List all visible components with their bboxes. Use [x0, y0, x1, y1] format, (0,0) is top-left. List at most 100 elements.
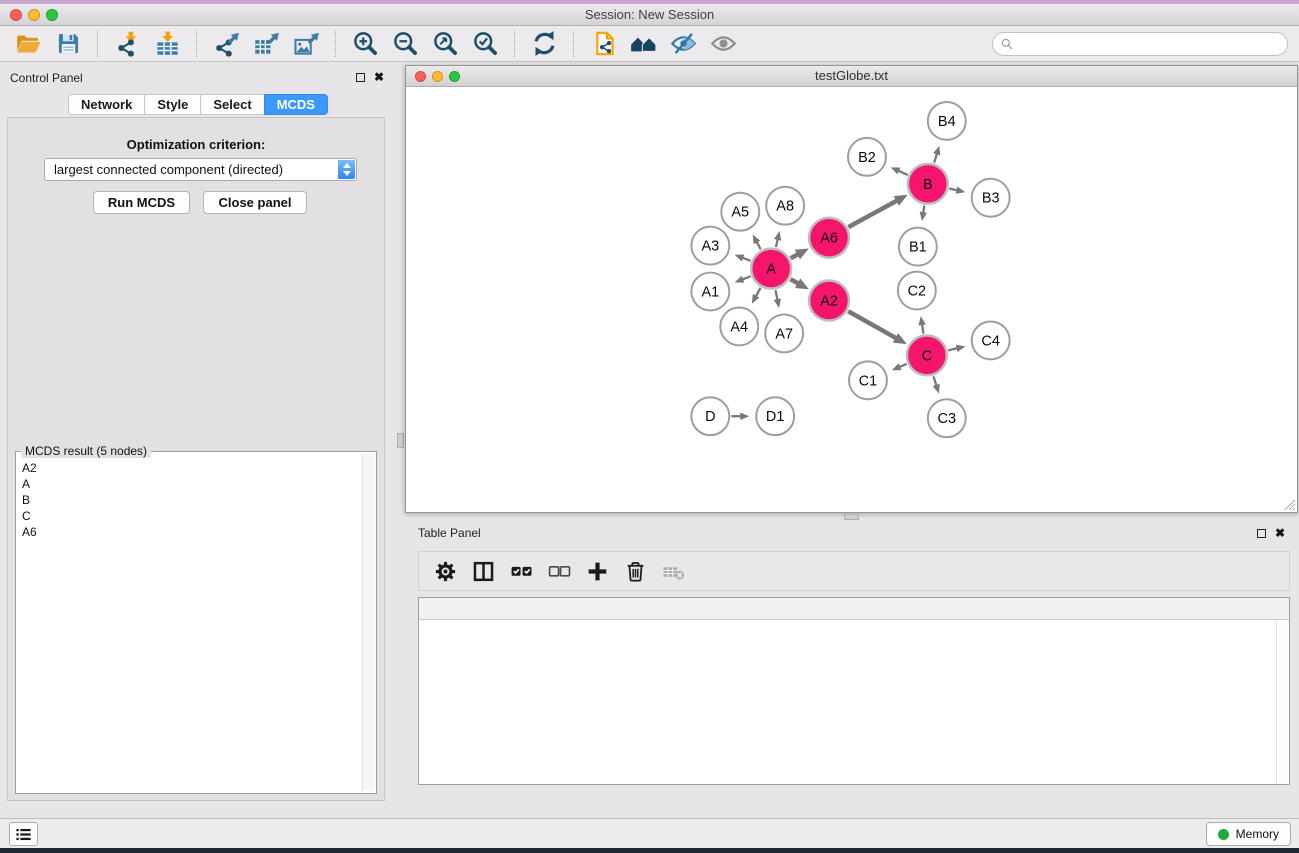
result-item[interactable]: A2 [22, 460, 360, 476]
network-node-D[interactable]: D [691, 397, 729, 435]
double-house-icon[interactable] [623, 28, 663, 60]
float-panel-icon[interactable] [356, 73, 365, 82]
select-all-checkboxes-icon[interactable] [505, 555, 537, 587]
result-item[interactable]: A [22, 476, 360, 492]
main-titlebar: Session: New Session [0, 4, 1299, 26]
edge-A2-C[interactable] [848, 311, 907, 344]
control-tab-select[interactable]: Select [200, 94, 264, 115]
table-panel: Table Panel ✖ [405, 520, 1299, 818]
zoom-in-icon[interactable] [345, 28, 385, 60]
network-node-C[interactable]: C [907, 335, 947, 375]
network-zoom-traffic-light[interactable] [449, 71, 460, 82]
close-traffic-light[interactable] [10, 9, 22, 21]
control-tab-network[interactable]: Network [68, 94, 145, 115]
delete-column-icon[interactable] [619, 555, 651, 587]
edge-A6-B[interactable] [848, 195, 907, 227]
network-node-B3[interactable]: B3 [972, 179, 1010, 217]
network-node-A8[interactable]: A8 [766, 187, 804, 225]
close-panel-icon[interactable]: ✖ [374, 71, 384, 83]
control-tab-style[interactable]: Style [144, 94, 201, 115]
edge-B-B1[interactable] [920, 205, 927, 221]
search-field [992, 32, 1288, 56]
table-scrollbar[interactable] [1276, 620, 1289, 784]
node-table [418, 597, 1290, 785]
close-panel-button[interactable]: Close panel [203, 191, 307, 214]
control-tab-mcds[interactable]: MCDS [264, 94, 328, 115]
edge-C-C4[interactable] [948, 345, 965, 352]
add-column-icon[interactable] [581, 555, 613, 587]
network-node-B4[interactable]: B4 [928, 102, 966, 140]
resize-grip-icon[interactable] [1283, 498, 1296, 511]
network-node-D1[interactable]: D1 [756, 397, 794, 435]
refresh-icon[interactable] [524, 28, 564, 60]
network-node-C4[interactable]: C4 [972, 321, 1010, 359]
edge-A-A3[interactable] [735, 254, 751, 261]
result-scrollbar[interactable] [362, 454, 375, 791]
network-node-A3[interactable]: A3 [691, 227, 729, 265]
show-all-eye-icon[interactable] [703, 28, 743, 60]
edge-A-A5[interactable] [753, 234, 761, 249]
result-item[interactable]: A6 [22, 524, 360, 540]
criterion-dropdown[interactable]: largest connected component (directed) [44, 158, 357, 181]
network-node-A[interactable]: A [751, 249, 791, 289]
zoom-traffic-light[interactable] [46, 9, 58, 21]
edge-A-A8[interactable] [774, 231, 781, 247]
vertical-splitter-handle[interactable] [397, 433, 404, 448]
network-node-A2[interactable]: A2 [809, 281, 849, 321]
edge-D-D1[interactable] [731, 412, 749, 419]
network-node-A6[interactable]: A6 [809, 218, 849, 258]
deselect-all-checkboxes-icon[interactable] [543, 555, 575, 587]
network-node-B2[interactable]: B2 [848, 138, 886, 176]
open-session-icon[interactable] [8, 28, 48, 60]
edge-A-A6[interactable] [791, 248, 809, 259]
network-node-A5[interactable]: A5 [721, 193, 759, 231]
network-node-B[interactable]: B [908, 164, 948, 204]
export-table-icon[interactable] [246, 28, 286, 60]
network-window-titlebar: testGlobe.txt [406, 66, 1297, 87]
zoom-selected-icon[interactable] [465, 28, 505, 60]
edge-A-A4[interactable] [752, 288, 761, 304]
edge-A-A2[interactable] [790, 278, 809, 289]
edge-B-B3[interactable] [949, 187, 965, 194]
network-close-traffic-light[interactable] [415, 71, 426, 82]
network-node-A4[interactable]: A4 [720, 307, 758, 345]
zoom-out-icon[interactable] [385, 28, 425, 60]
network-node-A7[interactable]: A7 [765, 314, 803, 352]
node-label: C3 [938, 411, 956, 427]
network-minimize-traffic-light[interactable] [432, 71, 443, 82]
zoom-fit-icon[interactable] [425, 28, 465, 60]
result-item[interactable]: B [22, 492, 360, 508]
table-settings-gear-icon[interactable] [429, 555, 461, 587]
edge-C-C1[interactable] [892, 363, 907, 370]
network-node-C1[interactable]: C1 [849, 361, 887, 399]
memory-button[interactable]: Memory [1206, 822, 1291, 846]
network-node-A1[interactable]: A1 [691, 273, 729, 311]
float-table-panel-icon[interactable] [1257, 529, 1266, 538]
task-history-button[interactable] [9, 822, 38, 846]
save-session-icon[interactable] [48, 28, 88, 60]
network-canvas[interactable]: B4 B2 B B3 A5 A8 A6 B1 A3 A A1 C2 A2 A4A7 C4 C C1 C3 D D1 [406, 88, 1297, 512]
split-columns-icon[interactable] [467, 555, 499, 587]
import-table-icon[interactable] [147, 28, 187, 60]
export-network-icon[interactable] [206, 28, 246, 60]
run-mcds-button[interactable]: Run MCDS [93, 191, 190, 214]
edge-C-C2[interactable] [918, 316, 925, 334]
new-network-from-selection-icon[interactable] [583, 28, 623, 60]
edge-A-A1[interactable] [735, 276, 751, 283]
node-label: A8 [776, 199, 794, 215]
minimize-traffic-light[interactable] [28, 9, 40, 21]
edge-B-B4[interactable] [933, 146, 940, 163]
close-table-panel-icon[interactable]: ✖ [1275, 527, 1285, 539]
edge-B-B2[interactable] [891, 167, 908, 175]
network-node-C2[interactable]: C2 [898, 272, 936, 310]
search-input[interactable] [992, 32, 1288, 56]
result-item[interactable]: C [22, 508, 360, 524]
network-node-B1[interactable]: B1 [899, 228, 937, 266]
import-network-icon[interactable] [107, 28, 147, 60]
edge-C-C3[interactable] [933, 376, 940, 393]
mcds-result-box: MCDS result (5 nodes) A2ABCA6 [15, 451, 377, 794]
network-node-C3[interactable]: C3 [928, 399, 966, 437]
hide-selected-eye-slash-icon[interactable] [663, 28, 703, 60]
edge-A-A7[interactable] [774, 290, 781, 308]
export-image-icon[interactable] [286, 28, 326, 60]
